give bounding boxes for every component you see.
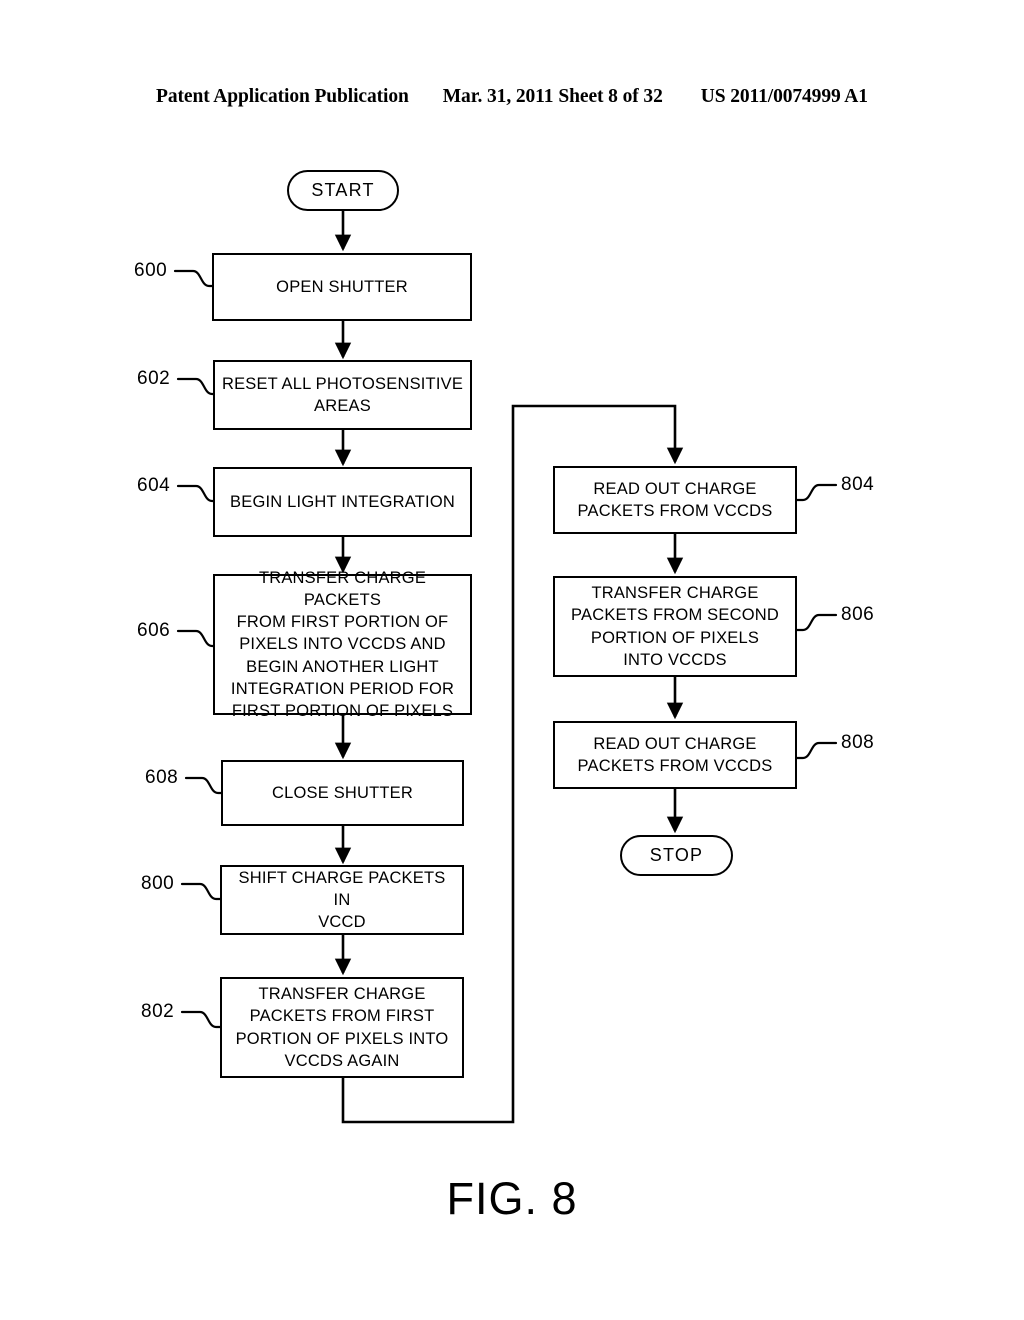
- leader-802: [180, 1010, 222, 1029]
- patent-drawing-page: Patent Application Publication Mar. 31, …: [0, 0, 1024, 1320]
- ref-number-606: 606: [137, 620, 171, 641]
- ref-number-602: 602: [137, 368, 171, 389]
- flow-node-start[interactable]: START: [287, 170, 399, 211]
- ref-number-804: 804: [841, 474, 875, 495]
- header-date: Mar. 31, 2011: [442, 86, 554, 107]
- flow-node-transfer-second-label: TRANSFER CHARGE PACKETS FROM SECOND PORT…: [571, 583, 779, 669]
- flow-node-transfer-first-label: TRANSFER CHARGE PACKETS FROM FIRST PORTI…: [230, 568, 455, 721]
- ref-number-802: 802: [141, 1001, 175, 1022]
- ref-number-806: 806: [841, 604, 875, 625]
- header-sheet-number: Sheet 8 of 32: [558, 86, 663, 107]
- flow-node-reset-areas[interactable]: RESET ALL PHOTOSENSITIVE AREAS: [213, 360, 472, 430]
- ref-number-808: 808: [841, 732, 875, 753]
- leader-808: [795, 741, 838, 760]
- leader-604: [176, 484, 216, 503]
- flow-node-open-shutter[interactable]: OPEN SHUTTER: [212, 253, 472, 321]
- flow-node-readout-1[interactable]: READ OUT CHARGE PACKETS FROM VCCDS: [553, 466, 797, 534]
- flow-node-readout-2-label: READ OUT CHARGE PACKETS FROM VCCDS: [577, 734, 773, 775]
- leader-608: [184, 776, 223, 795]
- ref-number-600: 600: [134, 260, 168, 281]
- flow-node-reset-areas-label: RESET ALL PHOTOSENSITIVE AREAS: [221, 374, 464, 415]
- leader-804: [795, 483, 838, 502]
- flow-node-begin-integration[interactable]: BEGIN LIGHT INTEGRATION: [213, 467, 472, 537]
- flow-node-transfer-first-again-label: TRANSFER CHARGE PACKETS FROM FIRST PORTI…: [235, 984, 449, 1070]
- flow-node-begin-integration-label: BEGIN LIGHT INTEGRATION: [230, 492, 455, 511]
- flow-node-transfer-first[interactable]: TRANSFER CHARGE PACKETS FROM FIRST PORTI…: [213, 569, 472, 720]
- flow-node-shift-packets-label: SHIFT CHARGE PACKETS IN VCCD: [238, 868, 446, 932]
- ref-number-800: 800: [141, 873, 175, 894]
- flow-node-readout-1-label: READ OUT CHARGE PACKETS FROM VCCDS: [577, 479, 773, 520]
- flow-node-shift-packets[interactable]: SHIFT CHARGE PACKETS IN VCCD: [220, 865, 464, 935]
- leader-606: [176, 629, 216, 648]
- ref-number-604: 604: [137, 475, 171, 496]
- flow-node-open-shutter-label: OPEN SHUTTER: [276, 277, 408, 296]
- flow-node-close-shutter[interactable]: CLOSE SHUTTER: [221, 760, 464, 826]
- figure-caption: FIG. 8: [446, 1173, 578, 1224]
- header-publication-number: US 2011/0074999 A1: [700, 86, 868, 107]
- flowchart-connectors: [173, 211, 838, 1124]
- flow-node-readout-2[interactable]: READ OUT CHARGE PACKETS FROM VCCDS: [553, 721, 797, 789]
- leader-806: [795, 613, 838, 632]
- leader-600: [173, 269, 214, 288]
- flow-node-stop-label: STOP: [649, 845, 704, 866]
- header-publication-title: Patent Application Publication: [156, 86, 409, 107]
- flow-node-stop[interactable]: STOP: [620, 835, 733, 876]
- flow-node-start-label: START: [311, 180, 375, 201]
- leader-800: [180, 882, 222, 901]
- page-header: Patent Application Publication Mar. 31, …: [0, 86, 1024, 112]
- flow-node-transfer-first-again[interactable]: TRANSFER CHARGE PACKETS FROM FIRST PORTI…: [220, 977, 464, 1078]
- leader-602: [176, 377, 216, 396]
- flow-node-transfer-second[interactable]: TRANSFER CHARGE PACKETS FROM SECOND PORT…: [553, 576, 797, 677]
- flow-node-close-shutter-label: CLOSE SHUTTER: [271, 783, 414, 802]
- ref-number-608: 608: [145, 767, 179, 788]
